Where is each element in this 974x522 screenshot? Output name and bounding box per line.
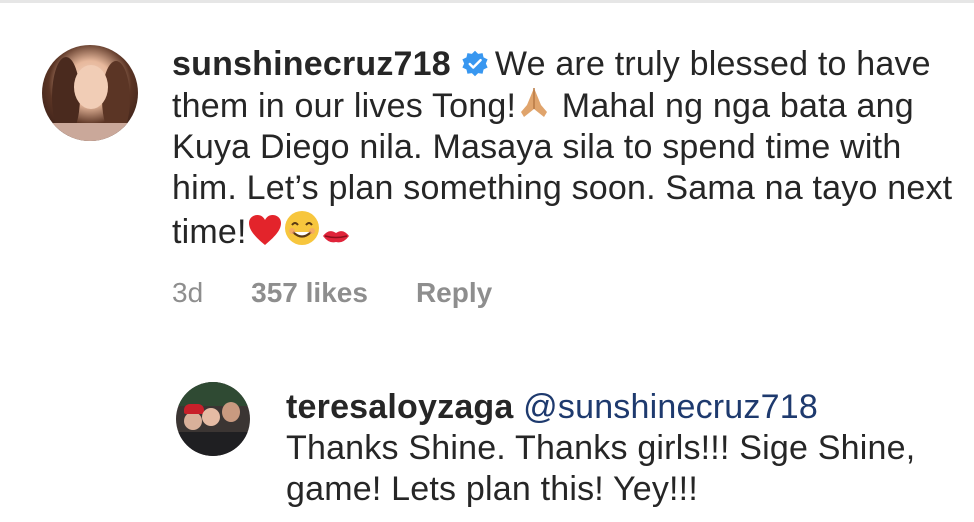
red-heart-icon: [248, 215, 281, 245]
kiss-mark-icon: [322, 231, 349, 243]
folded-hands-icon: [521, 88, 548, 117]
reply-avatar[interactable]: [176, 382, 250, 456]
reply-username[interactable]: teresaloyzaga: [286, 388, 514, 426]
commenter-avatar[interactable]: [42, 45, 138, 141]
comment-timestamp[interactable]: 3d: [172, 277, 203, 309]
reply-body: teresaloyzaga @sunshinecruz718 Thanks Sh…: [286, 387, 966, 510]
top-divider: [0, 0, 974, 3]
reply-mention[interactable]: @sunshinecruz718: [523, 388, 818, 426]
reply-text: Thanks Shine. Thanks girls!!! Sige Shine…: [286, 429, 916, 508]
comment-body: sunshinecruz718 We are truly blessed to h…: [172, 44, 962, 253]
comment-username[interactable]: sunshinecruz718: [172, 45, 451, 83]
comment-meta: 3d 357 likes Reply: [172, 277, 540, 309]
smiling-face-icon: [284, 211, 319, 245]
comment-likes[interactable]: 357 likes: [251, 277, 368, 309]
verified-badge-icon: [462, 50, 488, 77]
reply-button[interactable]: Reply: [416, 277, 492, 309]
